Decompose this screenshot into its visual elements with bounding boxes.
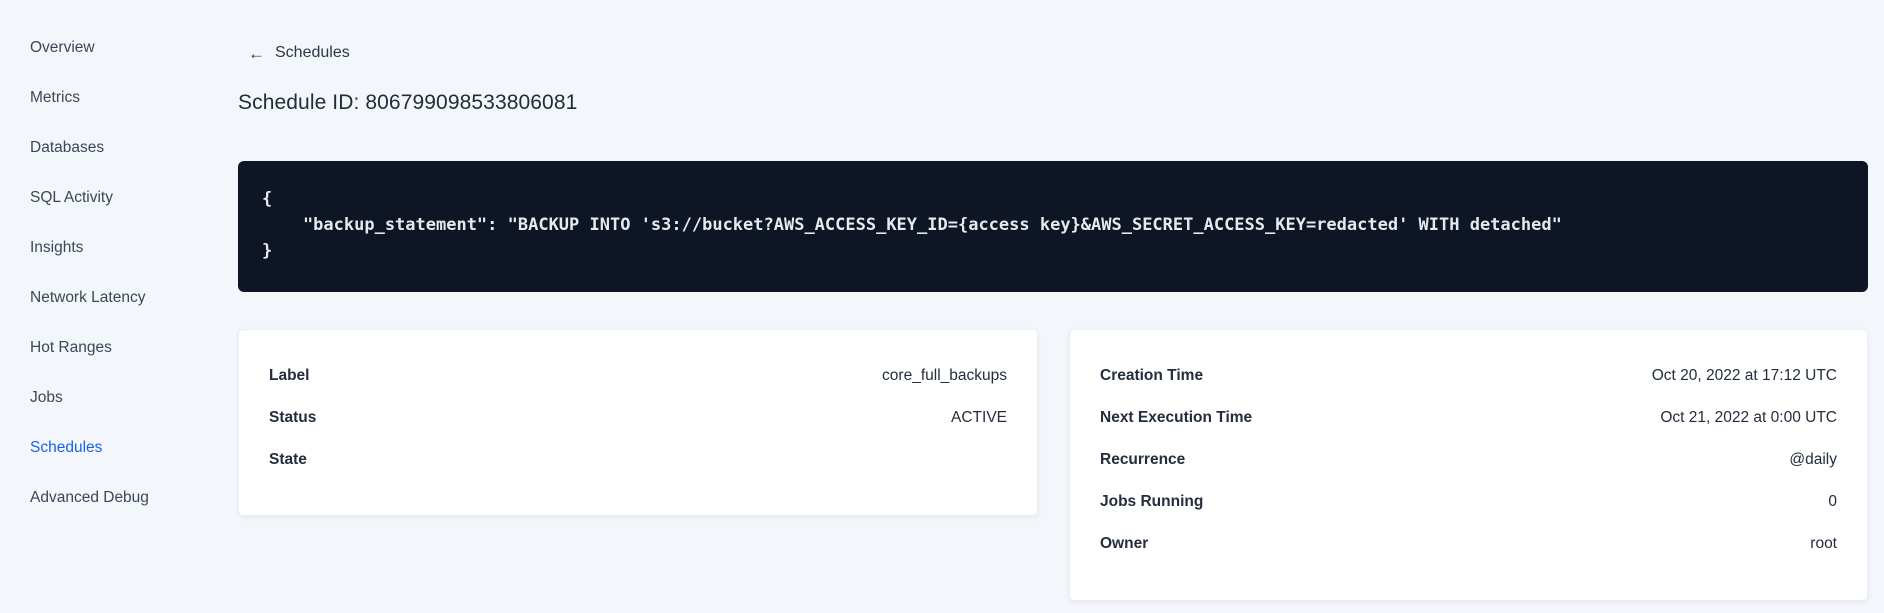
row-jobs-running: Jobs Running 0 (1100, 481, 1837, 523)
sidebar-item-hot-ranges[interactable]: Hot Ranges (0, 323, 238, 373)
row-label-key: Label (269, 366, 310, 384)
row-recurrence: Recurrence @daily (1100, 439, 1837, 481)
sidebar-item-overview[interactable]: Overview (0, 23, 238, 73)
row-creation-time: Creation Time Oct 20, 2022 at 17:12 UTC (1100, 355, 1837, 397)
sidebar-item-sql-activity[interactable]: SQL Activity (0, 173, 238, 223)
row-next-execution-time-value: Oct 21, 2022 at 0:00 UTC (1660, 408, 1837, 426)
detail-cards: Label core_full_backups Status ACTIVE St… (238, 328, 1868, 601)
row-label: Label core_full_backups (269, 355, 1007, 397)
row-recurrence-key: Recurrence (1100, 450, 1186, 468)
sidebar-item-schedules[interactable]: Schedules (0, 423, 238, 473)
schedule-summary-card: Label core_full_backups Status ACTIVE St… (238, 328, 1038, 516)
sidebar-item-metrics[interactable]: Metrics (0, 73, 238, 123)
sidebar-item-jobs[interactable]: Jobs (0, 373, 238, 423)
schedule-definition-code-block: { "backup_statement": "BACKUP INTO 's3:/… (238, 160, 1868, 292)
row-owner-key: Owner (1100, 534, 1149, 552)
row-jobs-running-key: Jobs Running (1100, 492, 1204, 510)
sidebar: Overview Metrics Databases SQL Activity … (0, 0, 238, 613)
row-state-key: State (269, 450, 307, 468)
row-next-execution-time-key: Next Execution Time (1100, 408, 1253, 426)
row-status: Status ACTIVE (269, 397, 1007, 439)
back-link-label: Schedules (275, 44, 350, 61)
row-creation-time-value: Oct 20, 2022 at 17:12 UTC (1651, 366, 1837, 384)
sidebar-item-network-latency[interactable]: Network Latency (0, 273, 238, 323)
schedule-timing-card: Creation Time Oct 20, 2022 at 17:12 UTC … (1069, 328, 1868, 601)
row-creation-time-key: Creation Time (1100, 366, 1204, 384)
row-state: State (269, 439, 1007, 481)
main-content: ← Schedules Schedule ID: 806799098533806… (238, 0, 1884, 613)
row-next-execution-time: Next Execution Time Oct 21, 2022 at 0:00… (1100, 397, 1837, 439)
sidebar-item-advanced-debug[interactable]: Advanced Debug (0, 473, 238, 523)
row-owner: Owner root (1100, 523, 1837, 565)
row-status-value: ACTIVE (951, 408, 1007, 426)
row-status-key: Status (269, 408, 317, 426)
sidebar-item-databases[interactable]: Databases (0, 123, 238, 173)
back-arrow-icon: ← (248, 43, 265, 63)
row-recurrence-value: @daily (1789, 450, 1837, 468)
sidebar-item-insights[interactable]: Insights (0, 223, 238, 273)
row-owner-value: root (1810, 534, 1837, 552)
back-link-schedules[interactable]: ← Schedules (248, 44, 350, 62)
row-jobs-running-value: 0 (1828, 492, 1837, 510)
page-title: Schedule ID: 806799098533806081 (238, 90, 578, 114)
row-label-value: core_full_backups (882, 366, 1007, 384)
